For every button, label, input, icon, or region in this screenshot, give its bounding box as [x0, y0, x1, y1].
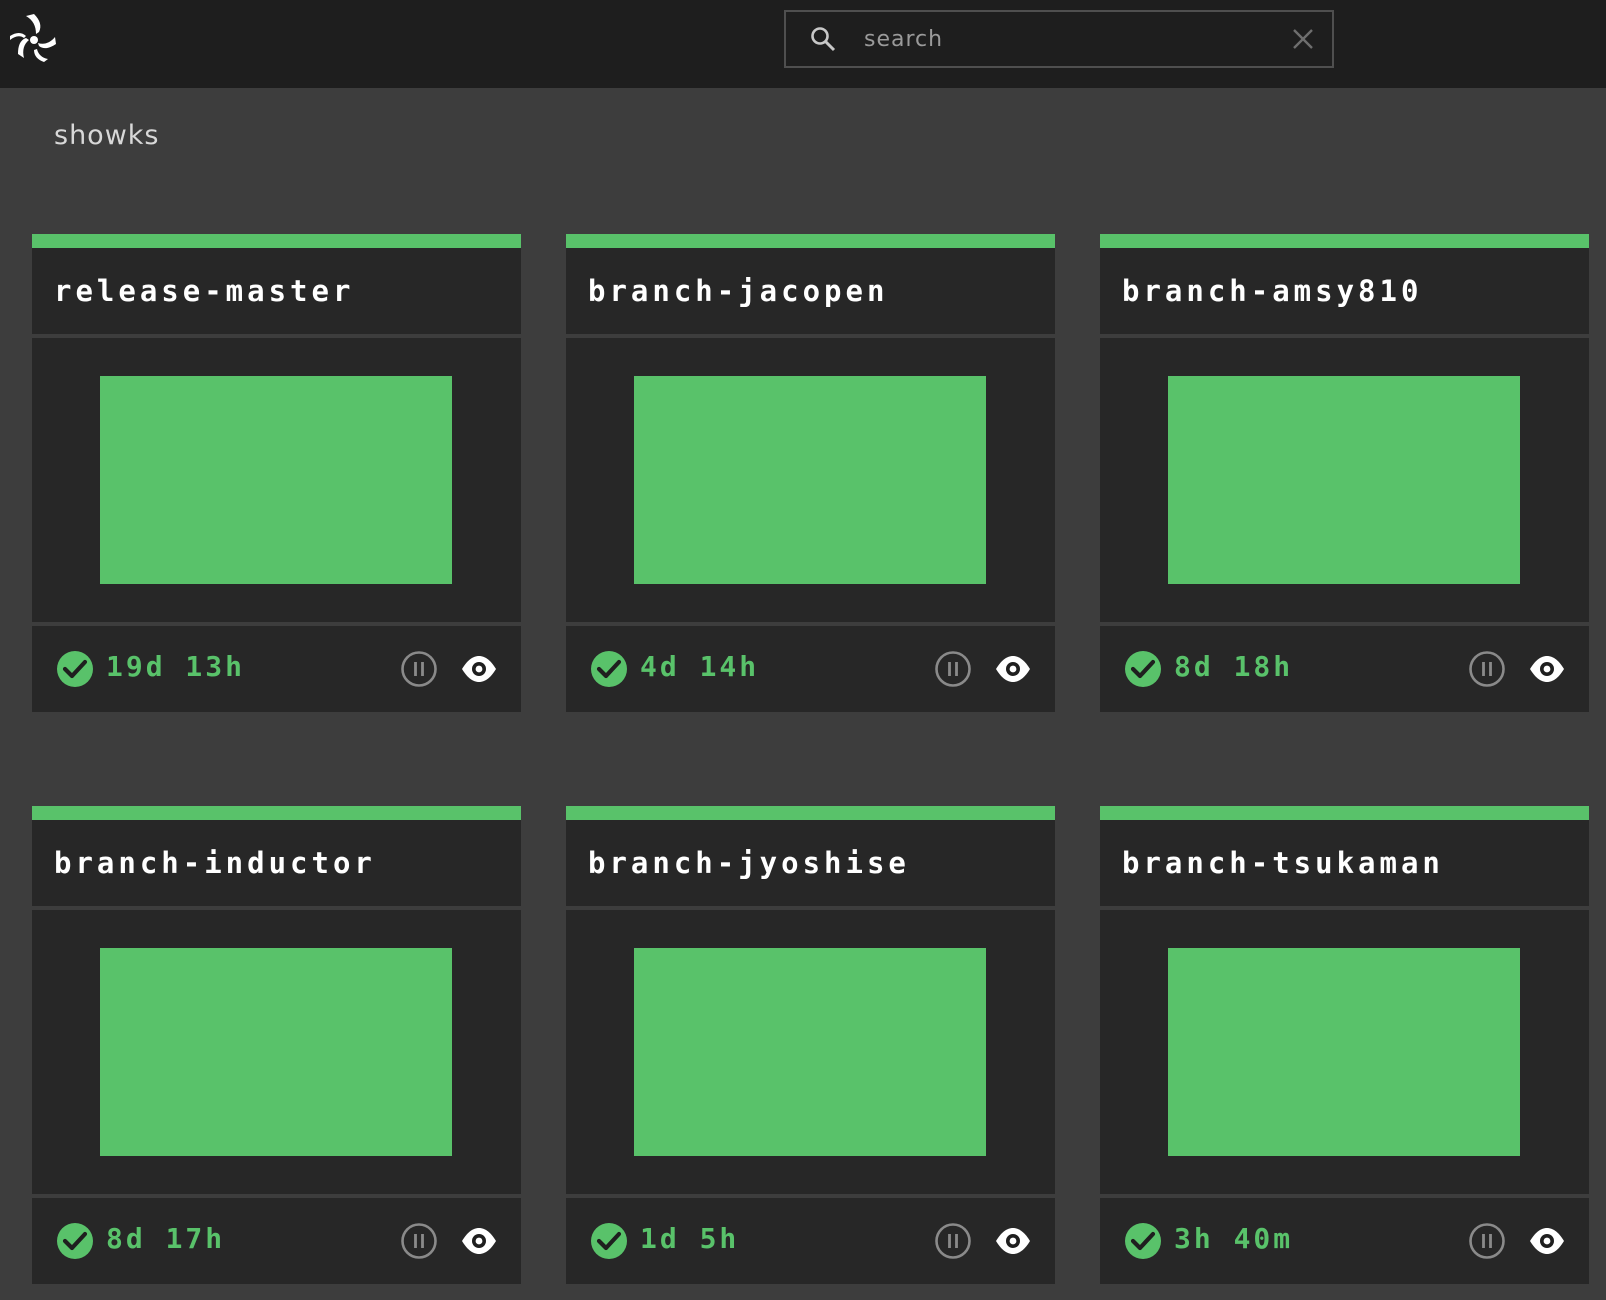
pipeline-duration: 8d 17h [106, 1222, 226, 1255]
job-box[interactable] [100, 376, 452, 584]
pipeline-status-bar [566, 234, 1055, 248]
check-circle-icon [57, 651, 93, 687]
job-box[interactable] [634, 376, 986, 584]
pipeline-preview[interactable] [32, 910, 521, 1194]
pipeline-footer: 1d 5h [566, 1198, 1055, 1284]
pause-circle-icon[interactable] [400, 650, 438, 688]
pipeline-footer: 19d 13h [32, 626, 521, 712]
eye-icon[interactable] [994, 1226, 1032, 1256]
pipeline-duration: 1d 5h [640, 1222, 740, 1255]
pipeline-header[interactable]: branch-inductor [32, 820, 521, 906]
eye-icon[interactable] [994, 654, 1032, 684]
search-input[interactable] [864, 26, 1284, 52]
pipeline-name[interactable]: branch-inductor [54, 846, 376, 880]
pipeline-footer: 4d 14h [566, 626, 1055, 712]
pause-circle-icon[interactable] [934, 650, 972, 688]
eye-icon[interactable] [1528, 654, 1566, 684]
job-box[interactable] [100, 948, 452, 1156]
pipeline-name[interactable]: branch-jacopen [588, 274, 888, 308]
pipeline-name[interactable]: branch-jyoshise [588, 846, 910, 880]
pipeline-name[interactable]: release-master [54, 274, 354, 308]
job-box[interactable] [1168, 376, 1520, 584]
search-box[interactable] [784, 10, 1334, 68]
pipeline-preview[interactable] [566, 910, 1055, 1194]
pipeline-header[interactable]: branch-jacopen [566, 248, 1055, 334]
team-name: showks [54, 120, 160, 151]
search-icon [811, 27, 836, 52]
pipeline-status-bar [1100, 806, 1589, 820]
pipeline-preview[interactable] [1100, 910, 1589, 1194]
pipeline-card[interactable]: branch-amsy810 8d 18h [1100, 234, 1589, 717]
pipeline-header[interactable]: branch-tsukaman [1100, 820, 1589, 906]
check-circle-icon [1125, 1223, 1161, 1259]
pause-circle-icon[interactable] [400, 1222, 438, 1260]
job-box[interactable] [1168, 948, 1520, 1156]
pipeline-status-bar [1100, 234, 1589, 248]
pipeline-preview[interactable] [566, 338, 1055, 622]
eye-icon[interactable] [460, 654, 498, 684]
pause-circle-icon[interactable] [1468, 1222, 1506, 1260]
pipeline-duration: 4d 14h [640, 650, 760, 683]
top-bar [0, 0, 1606, 88]
pipeline-status-bar [566, 806, 1055, 820]
pause-circle-icon[interactable] [1468, 650, 1506, 688]
pipeline-header[interactable]: branch-jyoshise [566, 820, 1055, 906]
pipeline-preview[interactable] [1100, 338, 1589, 622]
eye-icon[interactable] [460, 1226, 498, 1256]
pipeline-header[interactable]: release-master [32, 248, 521, 334]
pipeline-header[interactable]: branch-amsy810 [1100, 248, 1589, 334]
pipeline-footer: 8d 17h [32, 1198, 521, 1284]
pipeline-status-bar [32, 234, 521, 248]
pipeline-preview[interactable] [32, 338, 521, 622]
pause-circle-icon[interactable] [934, 1222, 972, 1260]
pipeline-duration: 8d 18h [1174, 650, 1294, 683]
check-circle-icon [1125, 651, 1161, 687]
pipeline-card[interactable]: branch-inductor 8d 17h [32, 806, 521, 1289]
concourse-logo-icon[interactable] [6, 10, 62, 66]
eye-icon[interactable] [1528, 1226, 1566, 1256]
pipeline-card[interactable]: branch-jyoshise 1d 5h [566, 806, 1055, 1289]
check-circle-icon [591, 1223, 627, 1259]
close-icon[interactable] [1292, 28, 1314, 50]
pipeline-name[interactable]: branch-tsukaman [1122, 846, 1444, 880]
pipeline-card[interactable]: branch-tsukaman 3h 40m [1100, 806, 1589, 1289]
job-box[interactable] [634, 948, 986, 1156]
pipeline-name[interactable]: branch-amsy810 [1122, 274, 1422, 308]
pipeline-footer: 3h 40m [1100, 1198, 1589, 1284]
pipeline-card[interactable]: release-master 19d 13h [32, 234, 521, 717]
pipeline-duration: 3h 40m [1174, 1222, 1294, 1255]
check-circle-icon [591, 651, 627, 687]
pipeline-status-bar [32, 806, 521, 820]
pipeline-footer: 8d 18h [1100, 626, 1589, 712]
check-circle-icon [57, 1223, 93, 1259]
pipeline-card[interactable]: branch-jacopen 4d 14h [566, 234, 1055, 717]
pipeline-duration: 19d 13h [106, 650, 246, 683]
